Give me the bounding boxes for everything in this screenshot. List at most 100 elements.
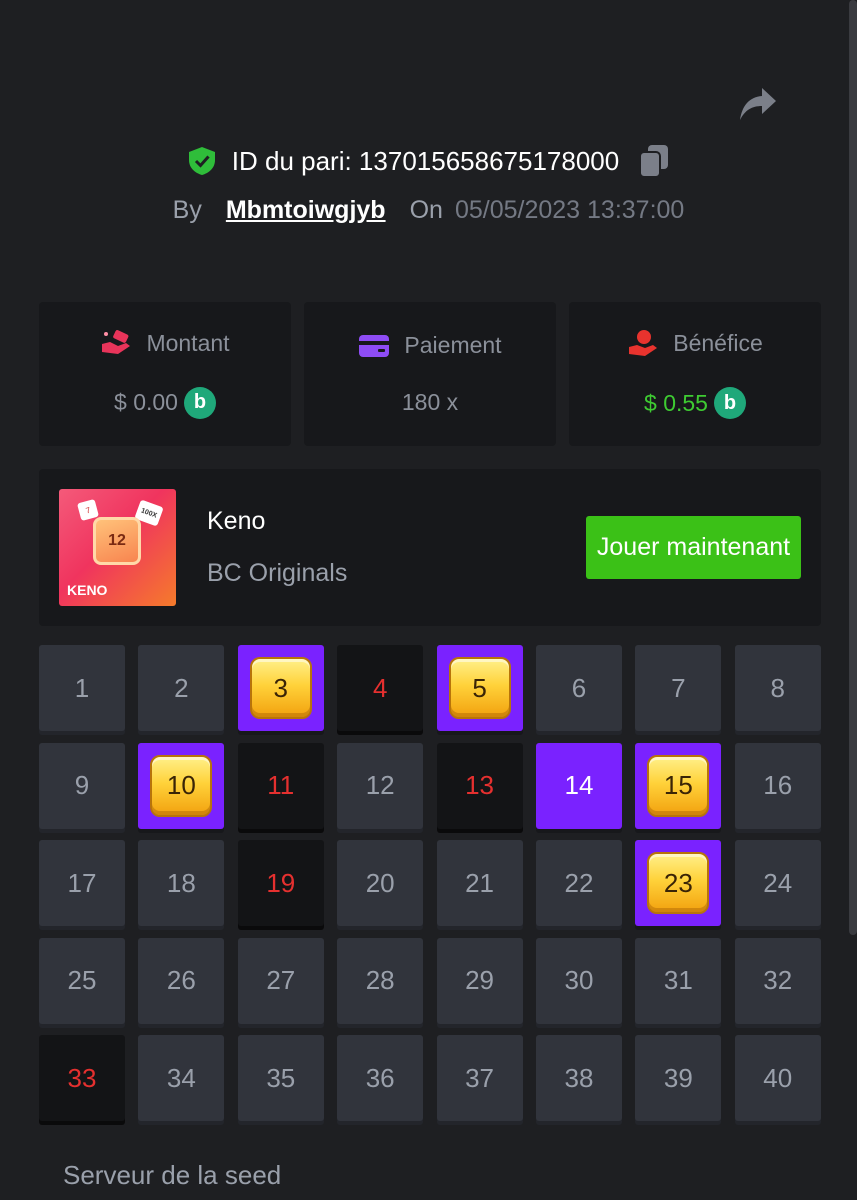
keno-cell[interactable]: 33: [39, 1035, 125, 1121]
card-icon: [359, 334, 390, 357]
stat-payout-value: 180 x: [401, 389, 459, 415]
keno-cell-number: 2: [174, 672, 189, 703]
profit-hand-icon: [629, 330, 658, 356]
gem-tile-icon: 23: [647, 852, 710, 914]
keno-cell[interactable]: 2: [138, 645, 225, 731]
keno-cell-number: 7: [671, 672, 686, 703]
keno-cell-number: 31: [663, 965, 693, 995]
keno-cell[interactable]: 12: [337, 742, 424, 829]
keno-cell-number: 24: [763, 867, 793, 898]
keno-cell[interactable]: 4: [337, 645, 424, 731]
keno-cell-number: 22: [564, 867, 594, 898]
keno-cell[interactable]: 5: [436, 645, 523, 731]
keno-cell-number: 11: [267, 770, 295, 800]
stat-amount: Montant $ 0.00 b: [39, 302, 291, 446]
keno-cell[interactable]: 10: [138, 742, 225, 829]
keno-cell[interactable]: 6: [535, 645, 622, 731]
keno-cell-number: 16: [763, 770, 793, 800]
keno-cell[interactable]: 38: [535, 1035, 622, 1121]
game-provider: BC Originals: [207, 559, 348, 587]
keno-cell[interactable]: 13: [436, 742, 523, 829]
keno-cell-number: 14: [564, 770, 594, 800]
money-hand-icon: [102, 330, 131, 354]
bet-datetime: 05/05/2023 13:37:00: [454, 196, 685, 224]
keno-cell[interactable]: 31: [635, 937, 722, 1024]
keno-cell[interactable]: 22: [535, 840, 622, 926]
keno-cell-number: 12: [365, 770, 395, 800]
keno-cell[interactable]: 19: [237, 840, 324, 926]
keno-cell[interactable]: 34: [138, 1035, 225, 1121]
keno-cell[interactable]: 11: [237, 742, 324, 829]
keno-cell[interactable]: 36: [337, 1035, 424, 1121]
share-icon: [740, 88, 776, 120]
keno-cell[interactable]: 3: [237, 645, 324, 731]
game-name: Keno: [207, 507, 266, 535]
game-card: 7 100X 12 KENO Keno BC Originals Jouer m…: [39, 469, 821, 626]
username-link[interactable]: Mbmtoiwgjyb: [226, 196, 386, 225]
keno-cell-number: 38: [564, 1062, 594, 1093]
keno-cell-number: 1: [74, 672, 90, 703]
keno-cell-number: 26: [166, 965, 196, 995]
keno-cell-number: 4: [372, 672, 388, 703]
scrollbar[interactable]: [849, 0, 857, 935]
keno-cell-number: 33: [67, 1062, 97, 1093]
keno-cell[interactable]: 16: [734, 742, 821, 829]
stat-amount-value: $ 0.00: [114, 389, 178, 415]
copy-icon[interactable]: [639, 144, 669, 178]
stat-profit-label: Bénéfice: [673, 329, 763, 356]
keno-cell-number: 19: [266, 867, 296, 898]
keno-cell-number: 9: [74, 770, 90, 800]
keno-cell[interactable]: 7: [635, 645, 722, 731]
keno-cell-number: 13: [465, 770, 495, 800]
play-now-button[interactable]: Jouer maintenant: [586, 516, 801, 579]
bet-id: ID du pari: 137015658675178000: [231, 145, 620, 176]
share-button[interactable]: [736, 82, 780, 126]
keno-cell[interactable]: 30: [535, 937, 622, 1024]
keno-cell-number: 17: [67, 867, 97, 898]
keno-gem-icon: 12: [93, 517, 141, 565]
bc-coin-icon: b: [713, 387, 746, 419]
keno-cell-number: 29: [465, 965, 495, 995]
keno-cell[interactable]: 40: [734, 1035, 821, 1121]
keno-cell[interactable]: 17: [39, 840, 125, 926]
keno-cell-number: 25: [67, 965, 97, 995]
keno-cell[interactable]: 28: [337, 937, 424, 1024]
keno-cell[interactable]: 14: [535, 742, 622, 829]
gem-tile-icon: 3: [249, 657, 312, 719]
gem-tile-icon: 10: [150, 754, 213, 817]
keno-cell-number: 37: [465, 1062, 495, 1093]
verified-shield-icon: [188, 147, 215, 175]
keno-cell-number: 6: [571, 672, 587, 703]
keno-cell[interactable]: 39: [635, 1035, 722, 1121]
keno-cell[interactable]: 21: [436, 840, 523, 926]
keno-cell[interactable]: 26: [138, 937, 225, 1024]
keno-cell-number: 8: [770, 672, 785, 703]
keno-cell-number: 20: [365, 867, 395, 898]
keno-cell[interactable]: 23: [635, 840, 722, 926]
keno-cell[interactable]: 35: [237, 1035, 324, 1121]
stat-payout: Paiement 180 x: [304, 302, 556, 446]
keno-cell-number: 21: [465, 867, 495, 898]
keno-cell[interactable]: 37: [436, 1035, 523, 1121]
keno-cell[interactable]: 8: [734, 645, 821, 731]
bet-id-row: ID du pari: 137015658675178000: [0, 144, 857, 178]
keno-cell[interactable]: 20: [337, 840, 424, 926]
keno-thumbnail[interactable]: 7 100X 12 KENO: [59, 489, 176, 606]
keno-cell[interactable]: 1: [39, 645, 125, 731]
keno-cell-number: 39: [663, 1062, 693, 1093]
keno-cell-number: 18: [166, 867, 196, 898]
on-label: On: [409, 196, 443, 224]
keno-cell[interactable]: 32: [734, 937, 821, 1024]
stat-payout-label: Paiement: [404, 332, 502, 358]
keno-cell[interactable]: 9: [39, 742, 125, 829]
keno-cell[interactable]: 15: [635, 742, 722, 829]
keno-cell[interactable]: 24: [734, 840, 821, 926]
thumbnail-title: KENO: [67, 582, 108, 598]
keno-cell[interactable]: 25: [39, 937, 125, 1024]
bet-meta: By Mbmtoiwgjyb On 05/05/2023 13:37:00: [0, 196, 857, 225]
server-seed-label: Serveur de la seed: [63, 1160, 282, 1190]
stat-profit: Bénéfice $ 0.55 b: [569, 302, 821, 446]
keno-cell[interactable]: 18: [138, 840, 225, 926]
keno-cell[interactable]: 29: [436, 937, 523, 1024]
keno-cell[interactable]: 27: [237, 937, 324, 1024]
